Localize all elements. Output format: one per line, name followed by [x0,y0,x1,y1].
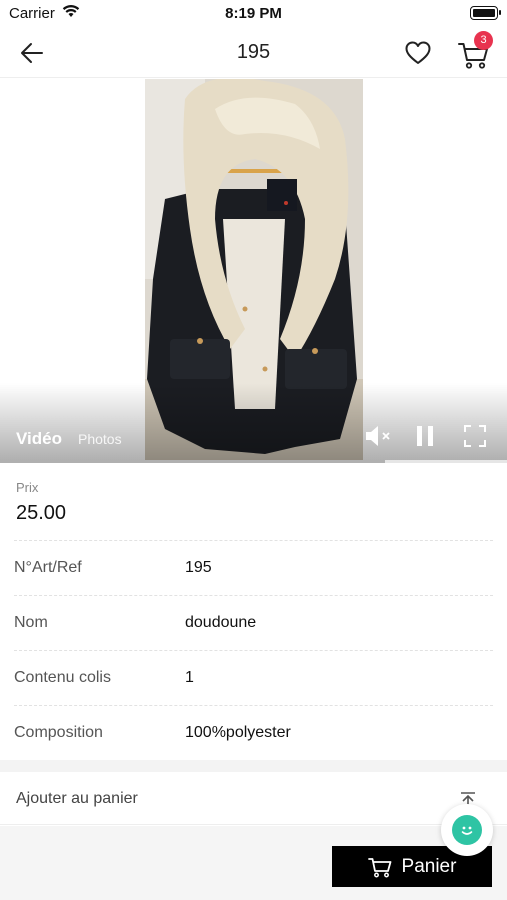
mute-button[interactable] [364,423,394,449]
detail-value-name: doudoune [185,614,257,631]
detail-label-name: Nom [14,614,48,631]
add-to-cart-row[interactable]: Ajouter au panier [0,772,507,825]
divider [14,595,493,596]
media-tab-video[interactable]: Vidéo [16,429,62,449]
detail-label-ref: N°Art/Ref [14,559,82,576]
fullscreen-button[interactable] [462,423,488,449]
nav-bar: 195 [0,28,507,78]
chat-icon [461,826,473,835]
battery-icon [470,6,501,20]
detail-label-composition: Composition [14,724,103,741]
bottom-bar: Panier [0,826,507,900]
video-progress-bar[interactable] [0,460,507,463]
price-label: Prix [16,480,39,495]
price-value: 25.00 [16,502,67,524]
cart-icon [367,857,391,877]
add-to-cart-label: Ajouter au panier [16,790,138,807]
status-bar: Carrier 8:19 PM [0,0,507,28]
media-tab-photos[interactable]: Photos [78,431,122,447]
section-separator [0,760,507,772]
detail-value-package: 1 [185,669,194,686]
mute-icon [366,426,390,446]
panier-label: Panier [401,855,457,877]
product-media[interactable]: Vidéo Photos [0,79,507,463]
pause-button[interactable] [414,423,438,449]
divider [14,650,493,651]
status-time: 8:19 PM [225,5,282,22]
video-progress-fill [0,460,386,463]
favorite-button[interactable] [402,37,434,69]
detail-value-ref: 195 [185,559,212,576]
chat-button[interactable] [441,804,493,856]
pause-icon [417,426,433,446]
fullscreen-icon [464,425,486,447]
detail-value-composition: 100%polyester [185,724,291,741]
divider [14,540,493,541]
cart-count-badge: 3 [474,31,493,50]
detail-label-package: Contenu colis [14,669,111,686]
divider [14,705,493,706]
heart-icon [405,41,431,64]
